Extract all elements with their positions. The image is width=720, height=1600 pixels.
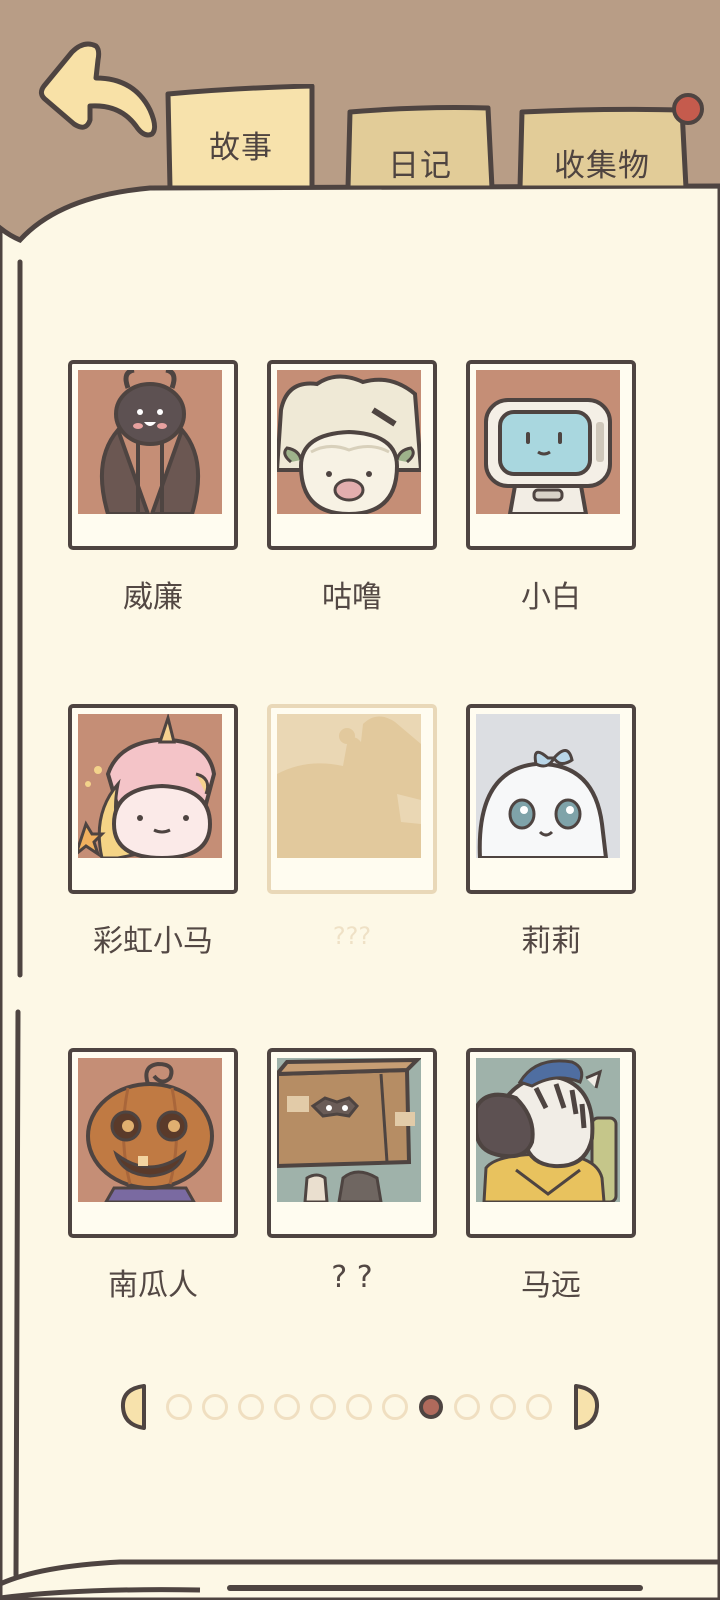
prev-page-button[interactable] [120, 1383, 148, 1435]
page-dot[interactable] [454, 1394, 480, 1420]
page-dot[interactable] [382, 1394, 408, 1420]
character-card-unknown[interactable]: ? ? [267, 1048, 437, 1295]
pumpkin-character [78, 1058, 222, 1202]
page-dot[interactable] [238, 1394, 264, 1420]
tab-collectibles[interactable]: 收集物 [516, 106, 696, 188]
tab-diary[interactable]: 日记 [342, 104, 498, 188]
character-name: 南瓜人 [108, 1268, 198, 1303]
character-name: ? ? [331, 1260, 373, 1295]
ghost-character [476, 714, 620, 858]
page-dot[interactable] [526, 1394, 552, 1420]
back-button[interactable] [34, 38, 158, 150]
character-card-lily[interactable]: 莉莉 [466, 704, 636, 959]
character-card-rainbow-pony[interactable]: 彩虹小马 [68, 704, 238, 959]
character-name: 莉莉 [521, 924, 581, 959]
character-name: ??? [332, 922, 372, 950]
character-card-locked[interactable]: ??? [267, 704, 437, 950]
zebra-character [476, 1058, 620, 1202]
character-card-xiaobai[interactable]: 小白 [466, 360, 636, 615]
beetle-character [78, 370, 222, 514]
locked-silhouette [277, 714, 421, 858]
half-moon-left-icon [120, 1384, 146, 1430]
character-name: 威廉 [123, 580, 183, 615]
back-arrow-icon [38, 41, 158, 138]
character-card-mayuan[interactable]: 马远 [466, 1048, 636, 1303]
unicorn-character [78, 714, 222, 858]
tab-stories[interactable]: 故事 [162, 84, 320, 188]
tab-diary-label: 日记 [388, 148, 452, 184]
next-page-button[interactable] [572, 1383, 600, 1435]
page-dot[interactable] [166, 1394, 192, 1420]
page-dot[interactable] [310, 1394, 336, 1420]
robot-character [476, 370, 620, 514]
page-dot[interactable] [490, 1394, 516, 1420]
character-card-william[interactable]: 威廉 [68, 360, 238, 615]
tab-collectibles-label: 收集物 [554, 148, 650, 184]
tab-stories-label: 故事 [209, 130, 273, 166]
character-name: 马远 [521, 1268, 581, 1303]
page-dot[interactable] [346, 1394, 372, 1420]
character-name: 小白 [521, 580, 581, 615]
box-character [277, 1058, 421, 1202]
notification-badge [672, 93, 704, 125]
character-card-gulu[interactable]: 咕噜 [267, 360, 437, 615]
page-dot-active[interactable] [419, 1395, 443, 1419]
sheep-pig-character [277, 370, 421, 514]
character-name: 彩虹小马 [93, 924, 213, 959]
character-card-pumpkin-man[interactable]: 南瓜人 [68, 1048, 238, 1303]
page-dot[interactable] [274, 1394, 300, 1420]
character-name: 咕噜 [322, 580, 382, 615]
page-dot[interactable] [202, 1394, 228, 1420]
half-moon-right-icon [574, 1384, 600, 1430]
